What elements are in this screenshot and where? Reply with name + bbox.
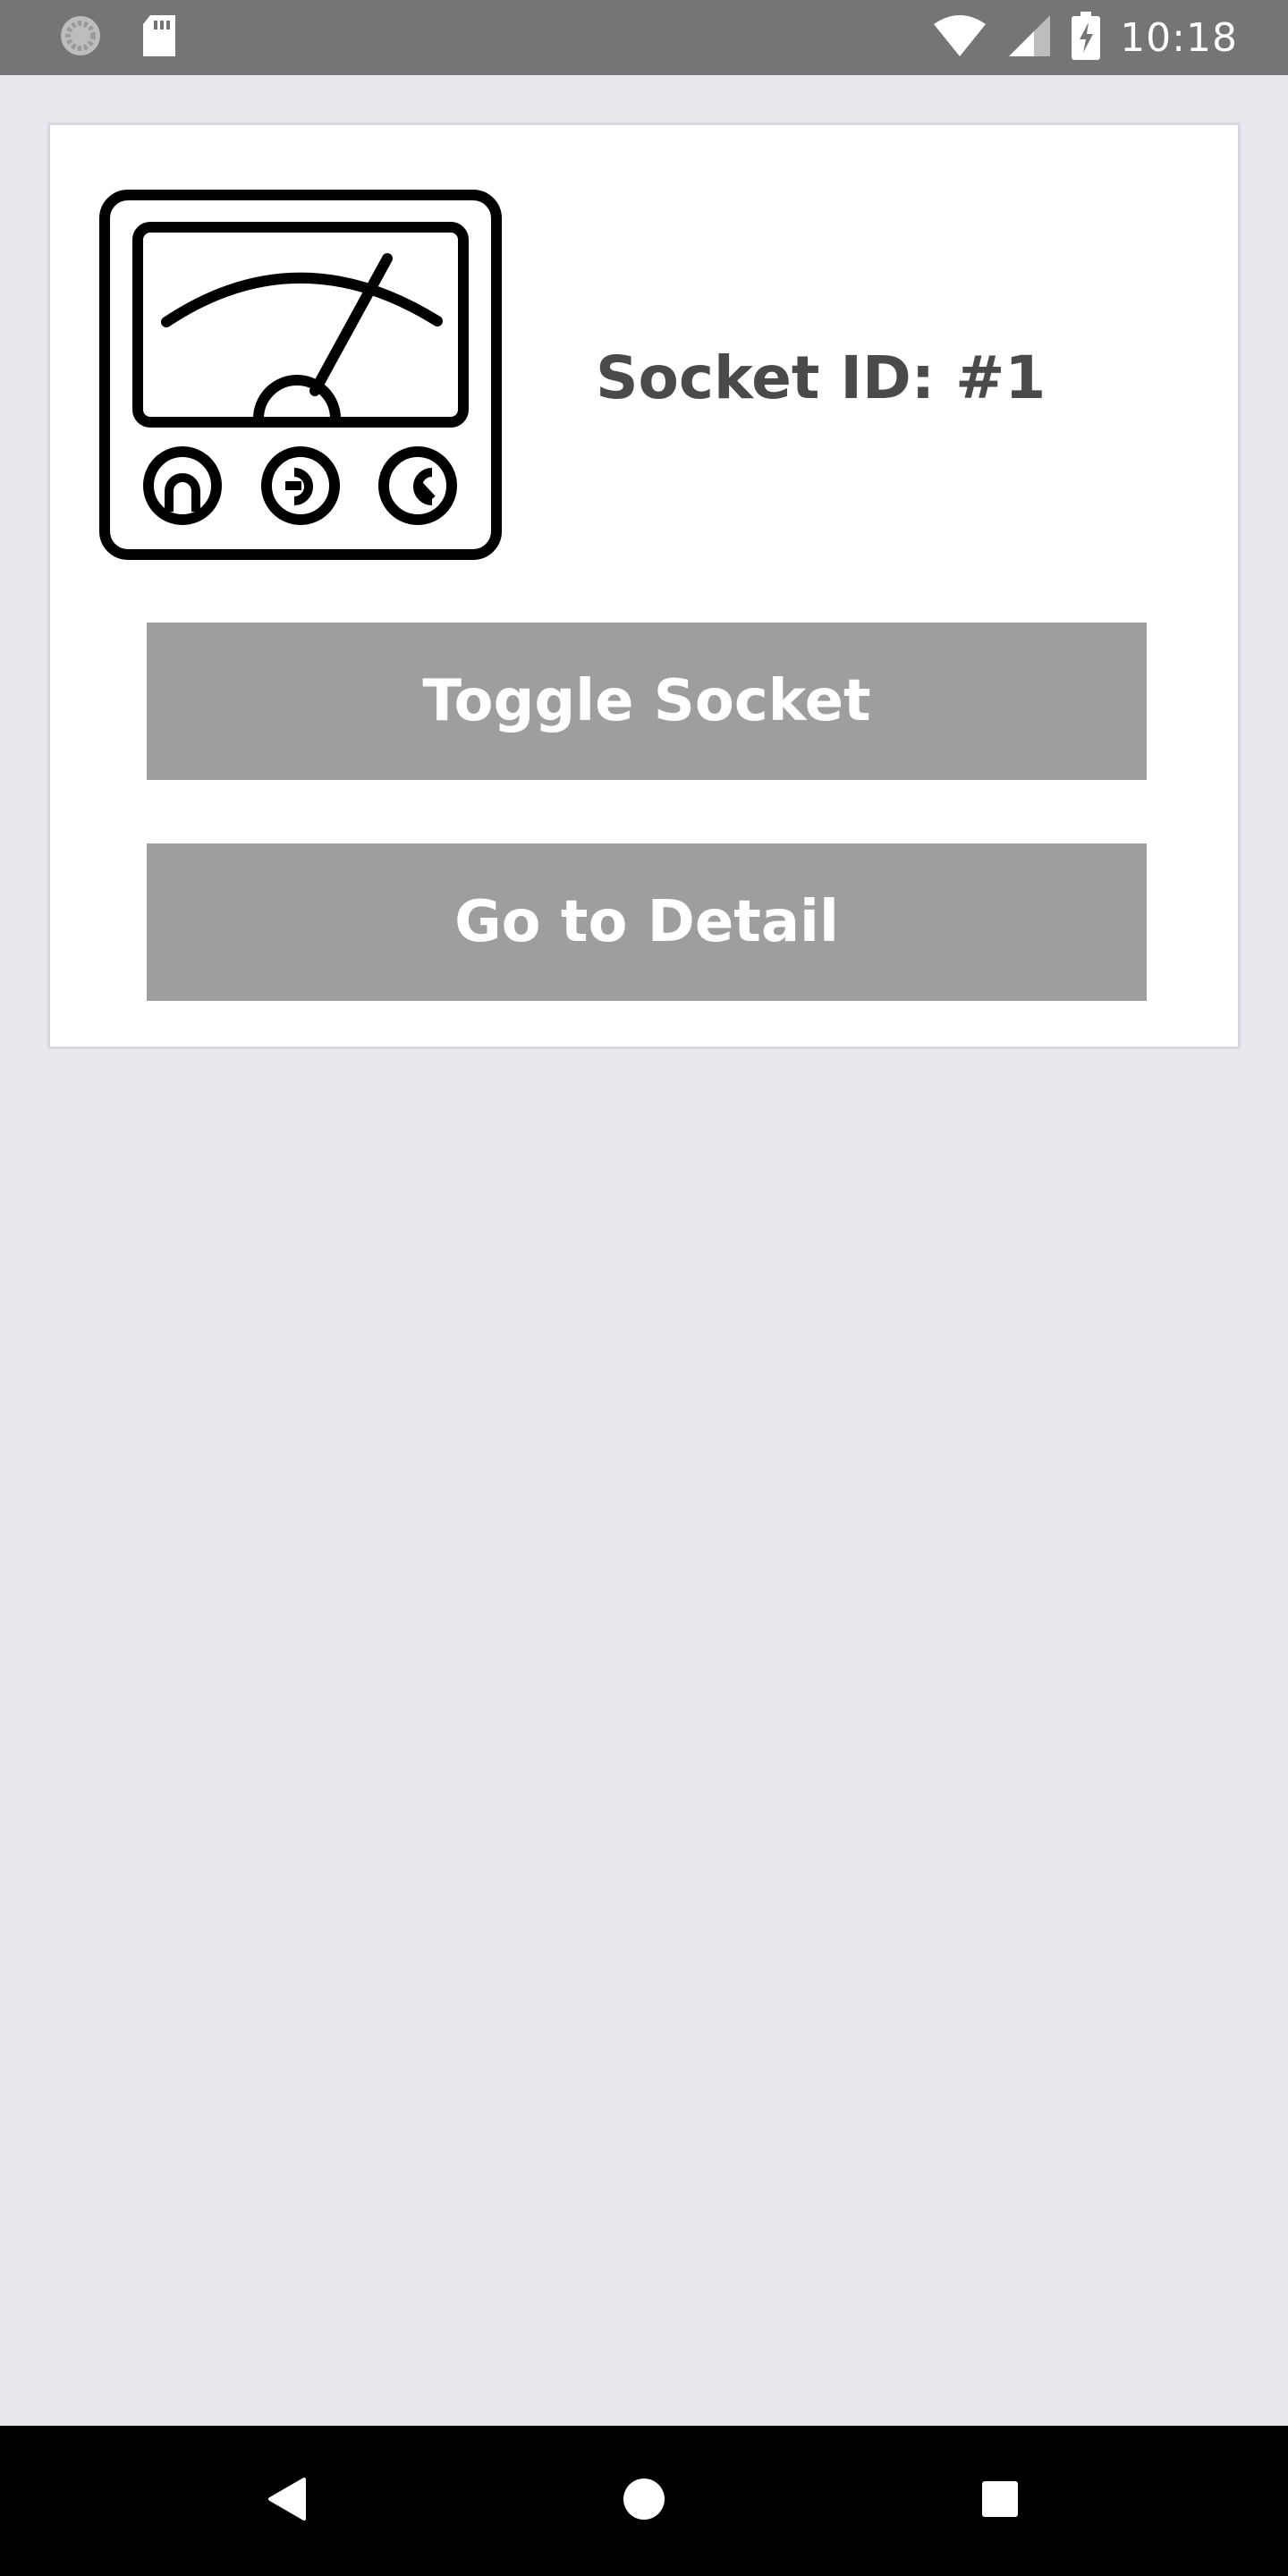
status-left-icons [57,13,179,62]
sd-card-icon [140,13,179,62]
toggle-socket-button[interactable]: Toggle Socket [147,623,1147,780]
back-icon [265,2476,308,2526]
socket-card: Socket ID: #1 Toggle Socket Go to Detail [47,123,1241,1049]
socket-id-label: Socket ID: #1 [596,343,1046,412]
recents-icon [980,2479,1020,2522]
home-icon [622,2477,666,2525]
sync-icon [57,13,104,63]
navigation-bar [0,2426,1288,2576]
recents-button[interactable] [955,2456,1045,2546]
back-button[interactable] [242,2456,331,2546]
wifi-icon [932,13,987,62]
home-button[interactable] [599,2456,689,2546]
cell-signal-icon [1007,13,1052,62]
go-to-detail-button[interactable]: Go to Detail [147,843,1147,1001]
status-bar: 10:18 [0,0,1288,75]
meter-icon [99,190,502,560]
status-right-icons: 10:18 [932,12,1238,64]
battery-charging-icon [1072,12,1101,64]
status-time: 10:18 [1120,14,1238,61]
